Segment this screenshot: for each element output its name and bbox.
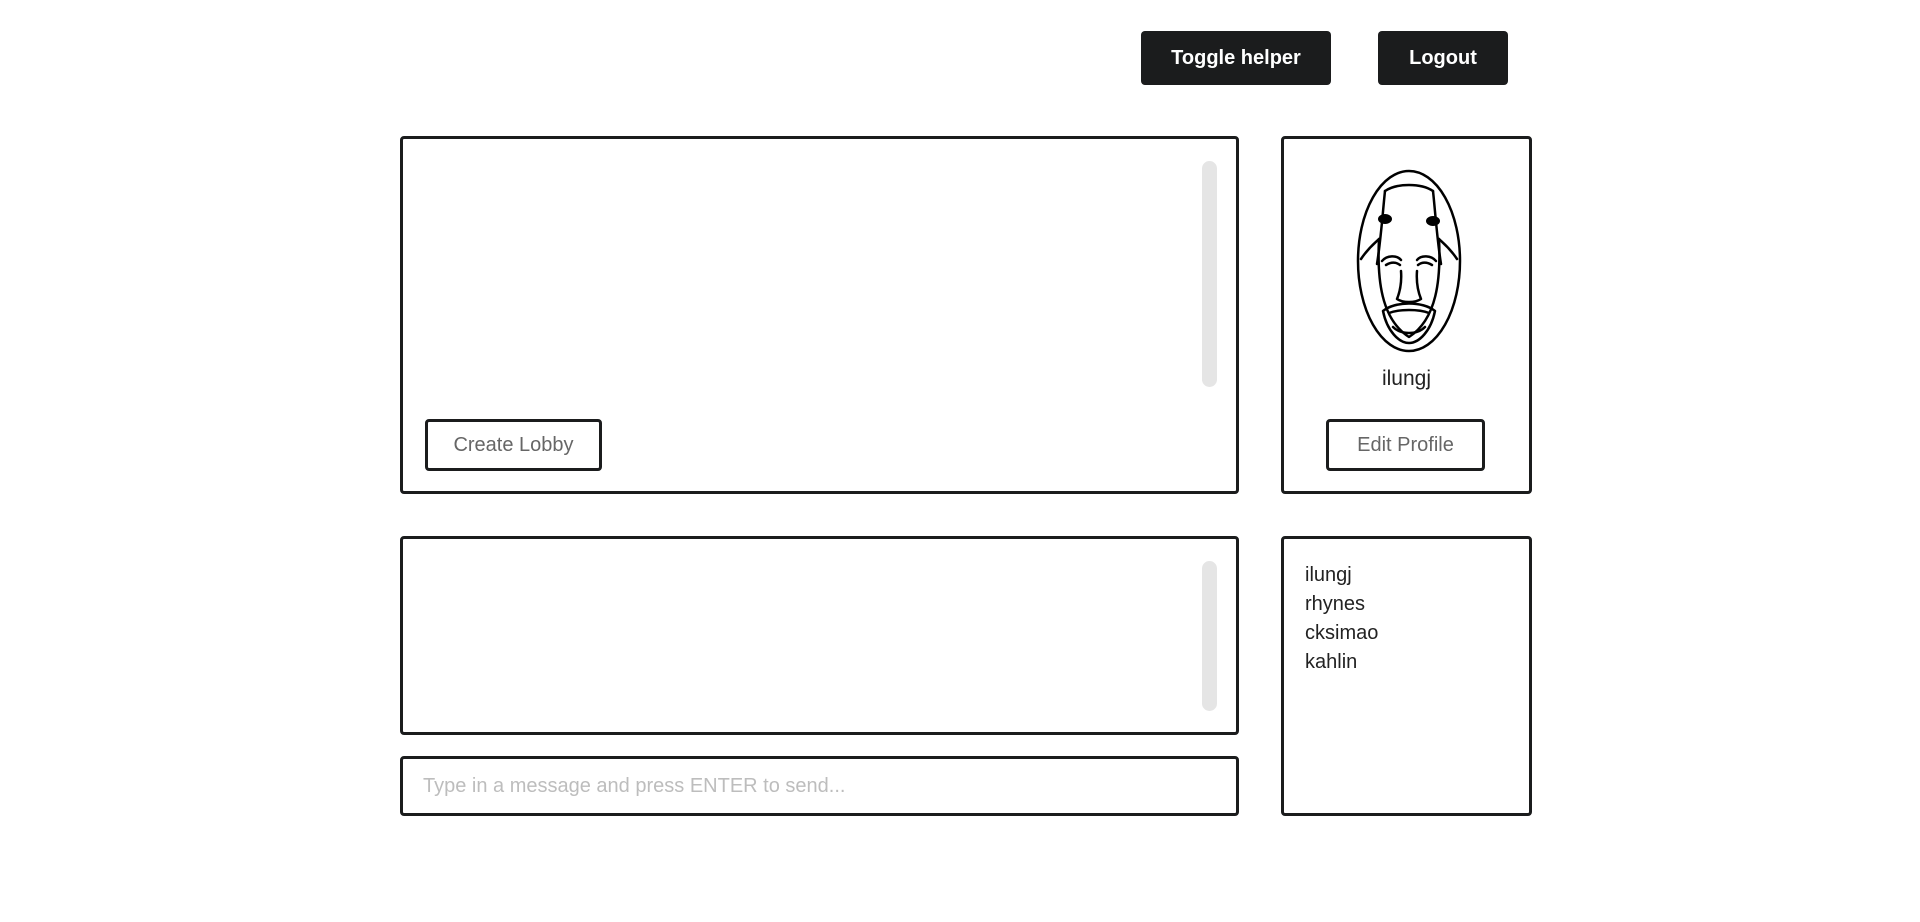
lobby-scrollbar[interactable] [1202,161,1217,387]
user-list-item: kahlin [1305,651,1358,673]
lobby-list-panel: Create Lobby [400,136,1239,494]
user-list-item: rhynes [1305,593,1366,615]
users-list: ilungj rhynes cksimao kahlin [1305,561,1378,677]
message-input-box [400,756,1239,816]
profile-panel: ilungj Edit Profile [1281,136,1532,494]
profile-username: ilungj [1381,367,1432,390]
laughing-face-avatar-icon [1356,169,1462,353]
edit-profile-button[interactable]: Edit Profile [1326,419,1485,471]
user-list-item: ilungj [1305,564,1352,586]
chat-messages-panel [400,536,1239,735]
create-lobby-button[interactable]: Create Lobby [425,419,602,471]
logout-button[interactable]: Logout [1378,31,1508,85]
toggle-helper-button[interactable]: Toggle helper [1141,31,1331,85]
online-users-panel: ilungj rhynes cksimao kahlin [1281,536,1532,816]
chat-scrollbar[interactable] [1202,561,1217,711]
message-input[interactable] [403,759,1236,813]
user-list-item: cksimao [1305,622,1379,644]
